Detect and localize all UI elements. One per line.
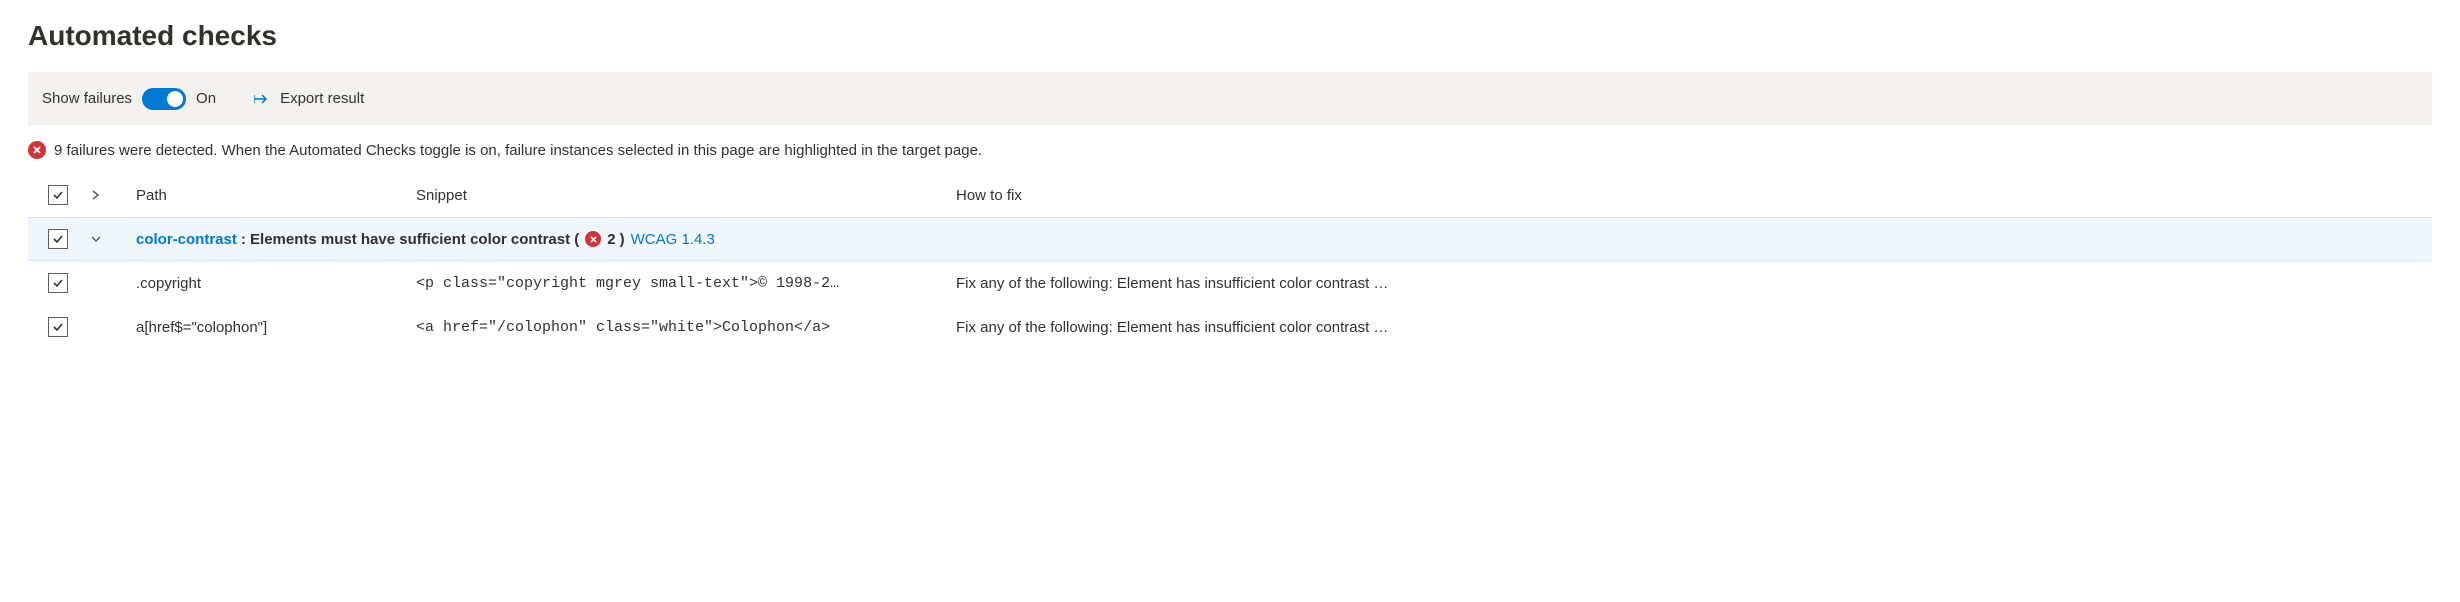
- table-row: .copyright <p class="copyright mgrey sma…: [28, 261, 2432, 305]
- show-failures-label: Show failures: [42, 90, 132, 107]
- select-all-checkbox[interactable]: [48, 185, 68, 205]
- table-row: a[href$="colophon"] <a href="/colophon" …: [28, 305, 2432, 349]
- group-checkbox[interactable]: [48, 229, 68, 249]
- row-fix: Fix any of the following: Element has in…: [956, 275, 2432, 292]
- page-title: Automated checks: [28, 20, 2432, 52]
- expand-all-button[interactable]: [88, 187, 104, 203]
- rule-description: : Elements must have sufficient color co…: [241, 231, 579, 248]
- export-result-button[interactable]: Export result: [244, 84, 374, 113]
- close-paren: ): [620, 231, 625, 248]
- row-snippet: <p class="copyright mgrey small-text">© …: [416, 275, 956, 292]
- table-header-row: Path Snippet How to fix: [28, 173, 2432, 217]
- error-count: 2: [607, 231, 615, 248]
- export-icon: [254, 92, 272, 106]
- row-path: a[href$="colophon"]: [136, 319, 416, 336]
- wcag-link[interactable]: WCAG 1.4.3: [631, 231, 715, 248]
- column-header-path[interactable]: Path: [136, 187, 416, 204]
- toolbar: Show failures On Export result: [28, 72, 2432, 125]
- collapse-group-button[interactable]: [88, 231, 104, 247]
- column-header-fix[interactable]: How to fix: [956, 187, 2432, 204]
- rule-id-link[interactable]: color-contrast: [136, 231, 237, 248]
- status-text: 9 failures were detected. When the Autom…: [54, 142, 982, 159]
- column-header-snippet[interactable]: Snippet: [416, 187, 956, 204]
- show-failures-toggle[interactable]: [142, 88, 186, 110]
- row-checkbox[interactable]: [48, 273, 68, 293]
- row-snippet: <a href="/colophon" class="white">Coloph…: [416, 319, 956, 336]
- row-path: .copyright: [136, 275, 416, 292]
- status-line: 9 failures were detected. When the Autom…: [28, 141, 2432, 159]
- error-count-icon: [585, 231, 601, 247]
- error-icon: [28, 141, 46, 159]
- toggle-state-label: On: [196, 90, 216, 107]
- toggle-knob: [167, 91, 183, 107]
- row-checkbox[interactable]: [48, 317, 68, 337]
- rule-group-row[interactable]: color-contrast : Elements must have suff…: [28, 217, 2432, 261]
- row-fix: Fix any of the following: Element has in…: [956, 319, 2432, 336]
- export-label: Export result: [280, 90, 364, 107]
